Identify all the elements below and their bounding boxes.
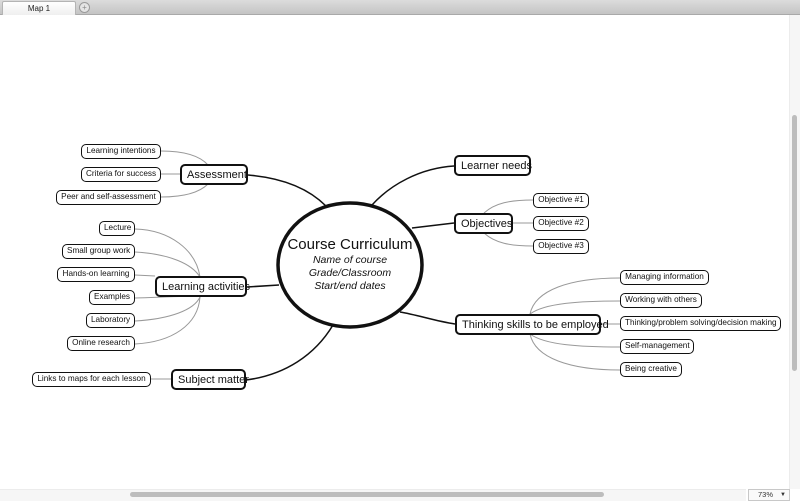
connector-objectives bbox=[411, 222, 455, 229]
subtopic-working-with-others[interactable]: Working with others bbox=[620, 293, 702, 308]
chevron-down-icon: ▼ bbox=[780, 492, 786, 498]
subtopic-peer-self-assessment[interactable]: Peer and self-assessment bbox=[56, 190, 161, 205]
central-topic[interactable]: Course Curriculum Name of course Grade/C… bbox=[278, 236, 422, 293]
connector-objective-3 bbox=[483, 232, 534, 247]
central-topic-title: Course Curriculum bbox=[287, 236, 413, 253]
subtopic-criteria-for-success[interactable]: Criteria for success bbox=[81, 167, 161, 182]
subtopic-laboratory[interactable]: Laboratory bbox=[86, 313, 135, 328]
connector-objective-1 bbox=[483, 199, 534, 214]
subtopic-links-to-maps[interactable]: Links to maps for each lesson bbox=[32, 372, 151, 387]
zoom-level-select[interactable]: 73% ▼ bbox=[748, 489, 790, 501]
central-topic-line: Grade/Classroom bbox=[308, 267, 392, 279]
connector-hands-on-learning bbox=[134, 274, 156, 277]
connector-learning-activities bbox=[246, 284, 280, 288]
topic-objectives[interactable]: Objectives bbox=[454, 213, 513, 234]
connector-being-creative bbox=[529, 333, 621, 371]
subtopic-managing-information[interactable]: Managing information bbox=[620, 270, 709, 285]
connector-small-group-work bbox=[134, 251, 201, 278]
connector-laboratory bbox=[134, 296, 201, 322]
topic-learner-needs[interactable]: Learner needs bbox=[454, 155, 532, 176]
topic-subject-matter[interactable]: Subject matter bbox=[171, 369, 249, 390]
subtopic-objective-3[interactable]: Objective #3 bbox=[533, 239, 589, 254]
central-topic-line: Name of course bbox=[312, 254, 388, 266]
topic-thinking-skills[interactable]: Thinking skills to be employed bbox=[455, 314, 609, 335]
connector-peer-assessment bbox=[160, 183, 209, 198]
connector-learner-needs bbox=[371, 165, 455, 206]
subtopic-examples[interactable]: Examples bbox=[89, 290, 135, 305]
subtopic-being-creative[interactable]: Being creative bbox=[620, 362, 682, 377]
subtopic-learning-intentions[interactable]: Learning intentions bbox=[81, 144, 161, 159]
central-topic-line: Start/end dates bbox=[314, 280, 386, 292]
subtopic-thinking-problem-solving[interactable]: Thinking/problem solving/decision making bbox=[620, 316, 781, 331]
subtopic-lecture[interactable]: Lecture bbox=[99, 221, 135, 236]
connector-self-management bbox=[529, 333, 621, 348]
subtopic-self-management[interactable]: Self-management bbox=[620, 339, 694, 354]
vertical-scrollbar-thumb[interactable] bbox=[792, 115, 797, 371]
zoom-level-value: 73% bbox=[758, 490, 774, 499]
connector-assessment bbox=[247, 174, 327, 207]
subtopic-objective-1[interactable]: Objective #1 bbox=[533, 193, 589, 208]
horizontal-scrollbar-thumb[interactable] bbox=[130, 492, 604, 497]
connector-subject-matter bbox=[245, 324, 334, 381]
subtopic-hands-on-learning[interactable]: Hands-on learning bbox=[57, 267, 135, 282]
connector-thinking-skills bbox=[399, 311, 456, 325]
subtopic-objective-2[interactable]: Objective #2 bbox=[533, 216, 589, 231]
subtopic-small-group-work[interactable]: Small group work bbox=[62, 244, 135, 259]
connector-managing-information bbox=[529, 277, 621, 315]
connector-working-with-others bbox=[529, 300, 621, 315]
subtopic-online-research[interactable]: Online research bbox=[67, 336, 135, 351]
topic-learning-activities[interactable]: Learning activities bbox=[155, 276, 250, 297]
topic-assessment[interactable]: Assessment bbox=[180, 164, 248, 185]
connector-learning-intentions bbox=[160, 150, 209, 166]
